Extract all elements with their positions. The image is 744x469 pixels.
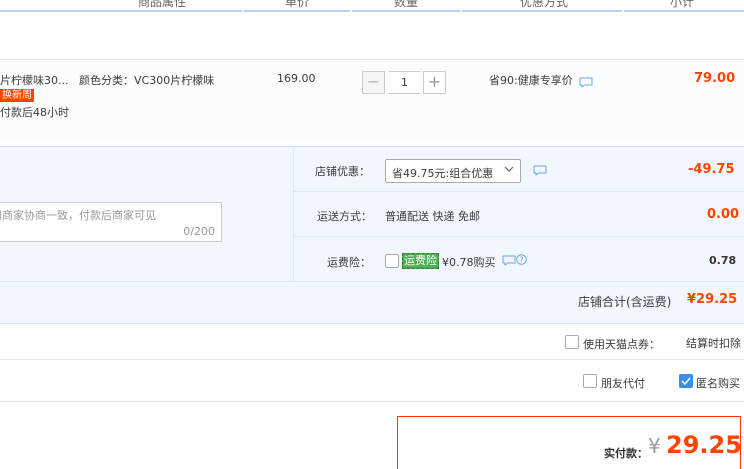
payment-currency: ¥ <box>648 434 661 458</box>
insurance-amount: 0.78 <box>709 254 737 267</box>
tmall-points-checkbox[interactable] <box>565 335 579 349</box>
help-icon[interactable]: ? <box>516 254 527 268</box>
shop-total-label: 店铺合计(含运费) <box>578 295 672 309</box>
memo-placeholder: 和商家协商一致，付款后商家可见 <box>0 209 156 222</box>
header-quantity: 数量 <box>394 0 419 9</box>
tmall-points-note: 结算时扣除 <box>686 337 741 350</box>
qty-increase-button[interactable]: + <box>423 71 446 94</box>
tmall-points-label: 使用天猫点券： <box>583 338 660 351</box>
divider <box>0 401 744 402</box>
divider <box>293 147 294 281</box>
qty-input[interactable]: 1 <box>389 71 420 94</box>
qty-decrease-button[interactable]: − <box>362 71 385 94</box>
product-attribute: 颜色分类：VC300片柠檬味 <box>79 74 215 87</box>
chat-icon[interactable] <box>502 255 516 269</box>
header-subtotal: 小计 <box>670 0 695 9</box>
divider <box>0 359 744 360</box>
header-underline <box>462 10 622 12</box>
delivery-value: 普通配送 快递 免邮 <box>385 210 480 223</box>
unit-price: 169.00 <box>277 72 316 85</box>
payment-amount: 29.25 <box>666 431 742 459</box>
header-discount: 优惠方式 <box>520 0 569 9</box>
payment-summary: 实付款： ¥ 29.25 <box>397 416 742 469</box>
product-row: 片柠檬味30... 颜色分类：VC300片柠檬味 换新周 付款后48小时 169… <box>0 59 744 143</box>
insurance-price: ¥0.78购买 <box>442 256 496 269</box>
new-tag-badge: 换新周 <box>0 89 34 102</box>
insurance-tag: 运费险 <box>402 253 439 269</box>
svg-text:?: ? <box>519 256 523 265</box>
header-underline <box>352 10 460 12</box>
coupon-amount: -49.75 <box>688 162 735 177</box>
header-underline <box>0 10 242 12</box>
insurance-checkbox[interactable] <box>385 254 399 268</box>
product-discount: 省90:健康专享价 <box>489 74 573 87</box>
memo-counter: 0/200 <box>183 225 215 238</box>
friend-pay-label: 朋友代付 <box>601 377 645 390</box>
buyer-memo-field[interactable]: 和商家协商一致，付款后商家可见 0/200 <box>0 202 222 242</box>
anonymous-label: 匿名购买 <box>696 377 740 390</box>
insurance-label: 运费险： <box>327 256 371 269</box>
shop-section: 和商家协商一致，付款后商家可见 0/200 店铺优惠： 省49.75元:组合优惠… <box>0 146 744 324</box>
delivery-label: 运送方式： <box>317 210 372 223</box>
shipping-note: 付款后48小时 <box>0 106 69 119</box>
divider <box>293 191 744 192</box>
divider <box>0 281 744 282</box>
checkmark-icon <box>681 377 691 386</box>
friend-pay-checkbox[interactable] <box>583 374 597 388</box>
coupon-select[interactable]: 省49.75元:组合优惠 <box>385 159 521 183</box>
anonymous-checkbox[interactable] <box>679 374 693 388</box>
chat-icon[interactable] <box>533 165 547 176</box>
product-title[interactable]: 片柠檬味30... <box>0 72 69 88</box>
header-underline <box>244 10 350 12</box>
header-product-attr: 商品属性 <box>138 0 187 9</box>
coupon-label: 店铺优惠： <box>315 165 370 178</box>
chevron-down-icon <box>504 164 514 177</box>
chat-icon[interactable] <box>579 77 593 88</box>
header-underline <box>624 10 744 12</box>
payment-label: 实付款： <box>604 447 648 460</box>
shop-total-value: ¥29.25 <box>687 292 738 307</box>
divider <box>293 236 744 237</box>
product-subtotal: 79.00 <box>694 71 736 86</box>
header-unit-price: 单价 <box>285 0 310 9</box>
delivery-amount: 0.00 <box>707 207 740 222</box>
coupon-select-value: 省49.75元:组合优惠 <box>392 167 494 180</box>
table-header: 商品属性 单价 数量 优惠方式 小计 <box>0 0 744 12</box>
